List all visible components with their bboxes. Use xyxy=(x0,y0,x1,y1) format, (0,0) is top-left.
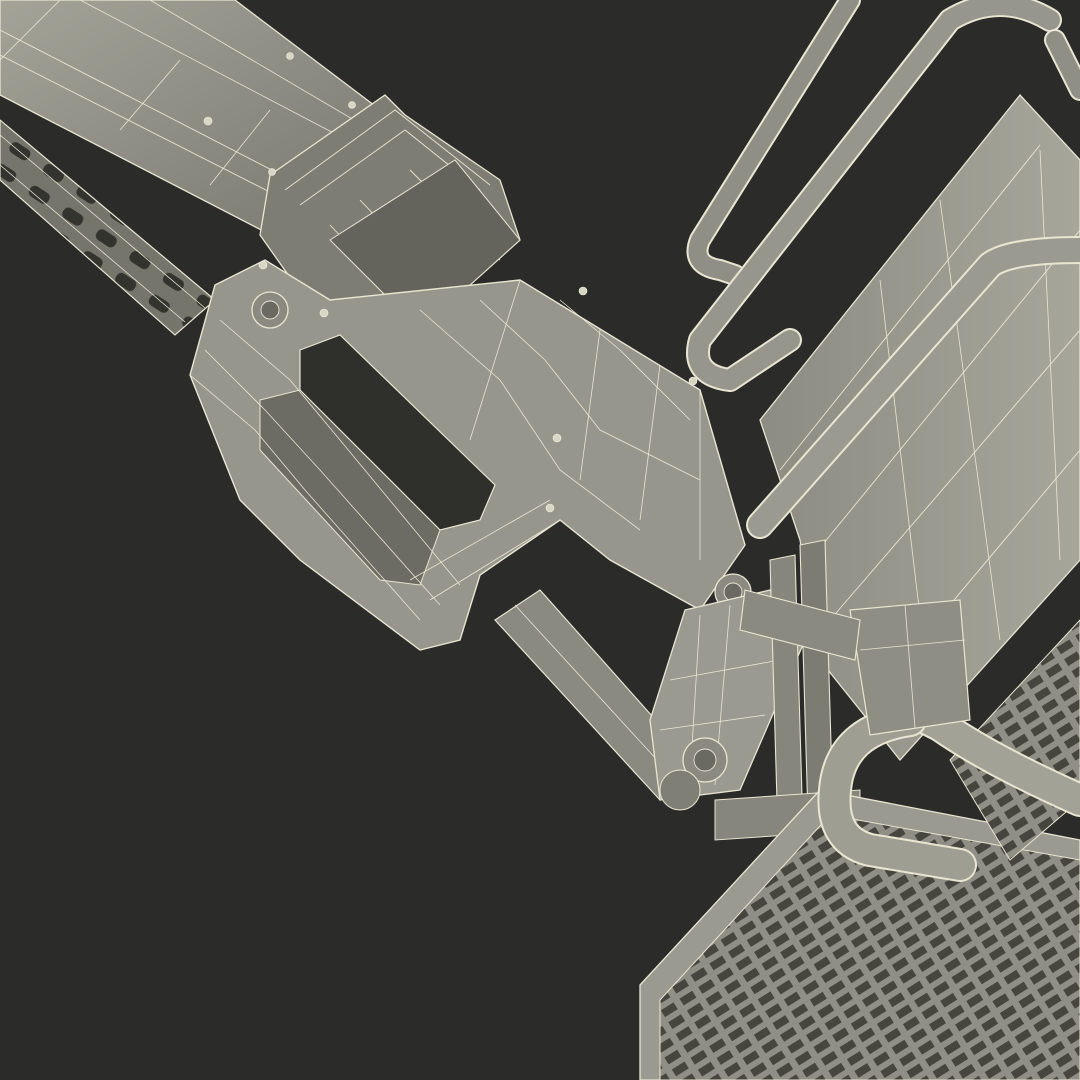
basket-mount xyxy=(849,599,971,736)
render-viewport xyxy=(0,0,1080,1080)
pivot-bolt-upper xyxy=(251,291,289,329)
wireframe-scene xyxy=(0,0,1080,1080)
